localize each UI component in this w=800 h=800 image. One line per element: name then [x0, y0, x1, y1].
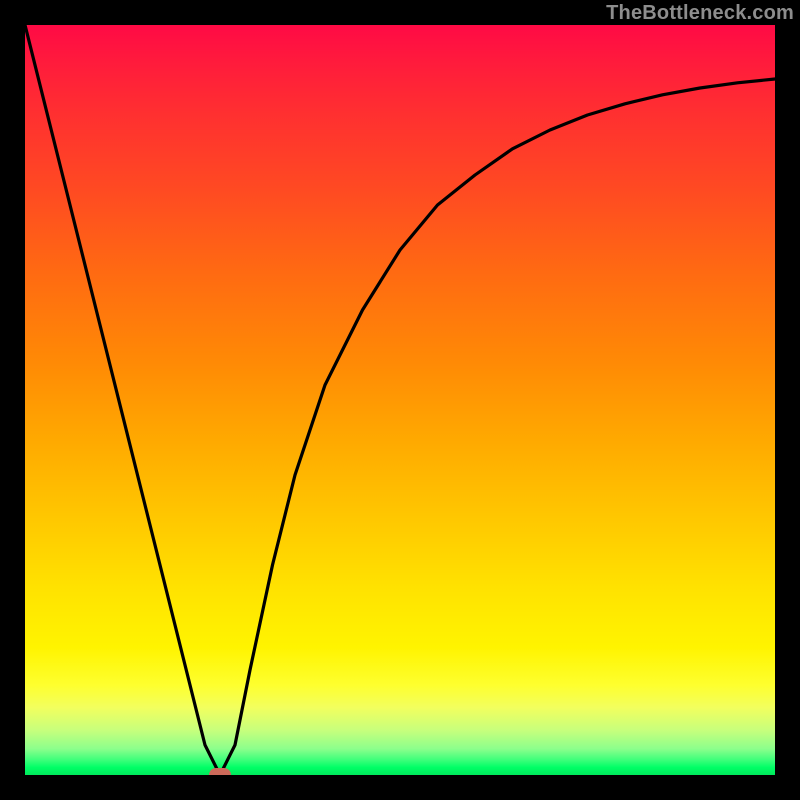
optimum-marker: [209, 768, 231, 775]
watermark-text: TheBottleneck.com: [606, 2, 794, 25]
plot-area: [25, 25, 775, 775]
bottleneck-curve: [25, 25, 775, 775]
curve-path: [25, 25, 775, 775]
chart-frame: TheBottleneck.com: [0, 0, 800, 800]
